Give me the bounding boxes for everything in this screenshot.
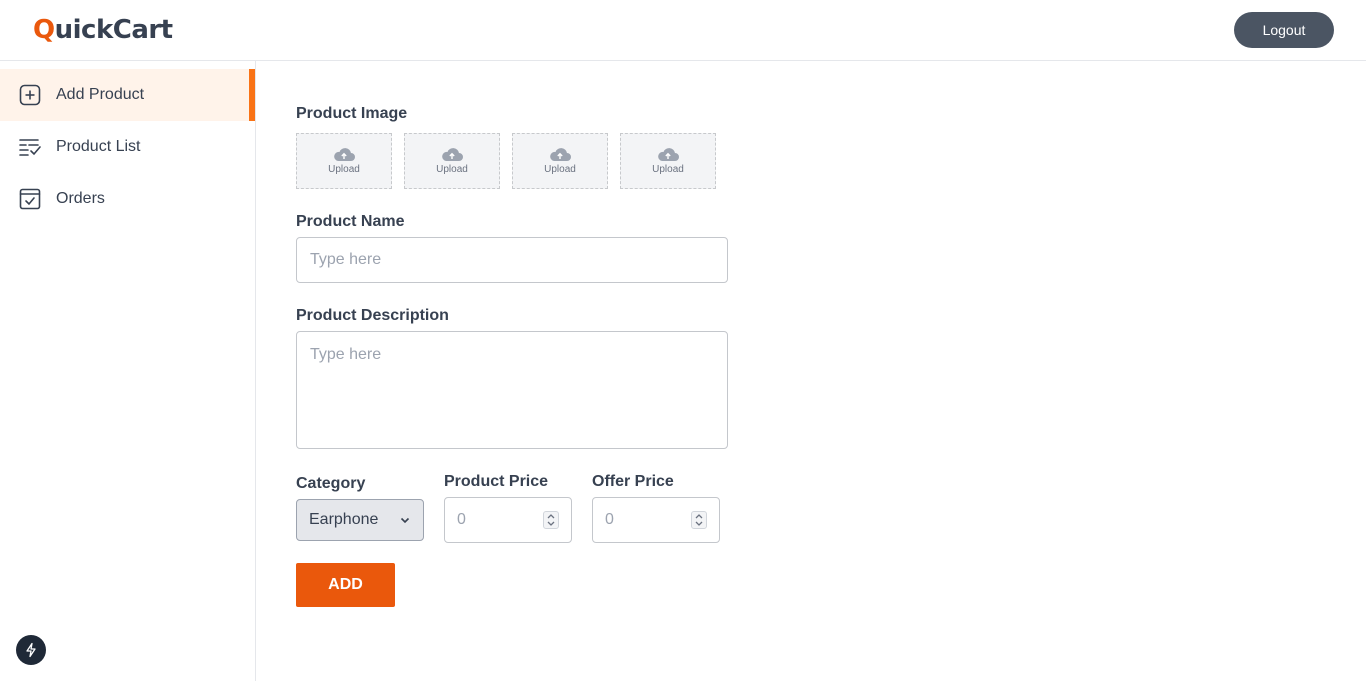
- offer-price-input[interactable]: 0: [592, 497, 720, 543]
- offer-price-value: 0: [605, 511, 614, 528]
- logo-text: uickCart: [54, 15, 174, 45]
- upload-image-slot-2[interactable]: Upload: [404, 133, 500, 189]
- add-square-icon: [18, 83, 42, 107]
- cloud-upload-icon: [550, 147, 571, 161]
- lightning-icon: [26, 642, 36, 658]
- top-header: QuickCart Logout: [0, 0, 1366, 61]
- category-selected-value: Earphone: [309, 511, 379, 528]
- logo-initial: Q: [33, 15, 55, 45]
- offer-price-label: Offer Price: [592, 473, 674, 490]
- upload-image-slot-4[interactable]: Upload: [620, 133, 716, 189]
- chevron-down-icon: [400, 517, 410, 524]
- upload-label: Upload: [544, 163, 576, 175]
- sidebar-item-add-product[interactable]: Add Product: [0, 69, 255, 121]
- product-description-label: Product Description: [296, 307, 449, 324]
- number-spinner[interactable]: [543, 511, 559, 529]
- order-checkbox-icon: [18, 187, 42, 211]
- sidebar-item-label: Orders: [56, 190, 105, 207]
- sidebar-item-product-list[interactable]: Product List: [0, 121, 255, 173]
- add-product-button[interactable]: ADD: [296, 563, 395, 607]
- upload-label: Upload: [436, 163, 468, 175]
- spinner-arrows-icon: [547, 514, 555, 526]
- category-select[interactable]: Earphone: [296, 499, 424, 541]
- quickcart-logo[interactable]: QuickCart: [33, 15, 173, 45]
- upload-image-slot-1[interactable]: Upload: [296, 133, 392, 189]
- list-check-icon: [18, 135, 42, 159]
- product-price-value: 0: [457, 511, 466, 528]
- cloud-upload-icon: [334, 147, 355, 161]
- sidebar-item-label: Product List: [56, 138, 141, 155]
- sidebar: Add Product Product List Orders: [0, 61, 256, 681]
- category-label: Category: [296, 475, 366, 492]
- sidebar-item-orders[interactable]: Orders: [0, 173, 255, 225]
- upload-label: Upload: [652, 163, 684, 175]
- product-description-textarea[interactable]: [296, 331, 728, 449]
- product-image-label: Product Image: [296, 105, 408, 122]
- floating-action-button[interactable]: [16, 635, 46, 665]
- number-spinner[interactable]: [691, 511, 707, 529]
- add-product-form: Product Image Upload Upload Upload Uploa…: [256, 61, 1366, 681]
- product-name-label: Product Name: [296, 213, 405, 230]
- spinner-arrows-icon: [695, 514, 703, 526]
- product-name-input[interactable]: [296, 237, 728, 283]
- sidebar-item-label: Add Product: [56, 86, 145, 103]
- cloud-upload-icon: [442, 147, 463, 161]
- product-price-input[interactable]: 0: [444, 497, 572, 543]
- product-price-label: Product Price: [444, 473, 549, 490]
- cloud-upload-icon: [658, 147, 679, 161]
- upload-label: Upload: [328, 163, 360, 175]
- logout-button[interactable]: Logout: [1234, 12, 1334, 48]
- upload-image-slot-3[interactable]: Upload: [512, 133, 608, 189]
